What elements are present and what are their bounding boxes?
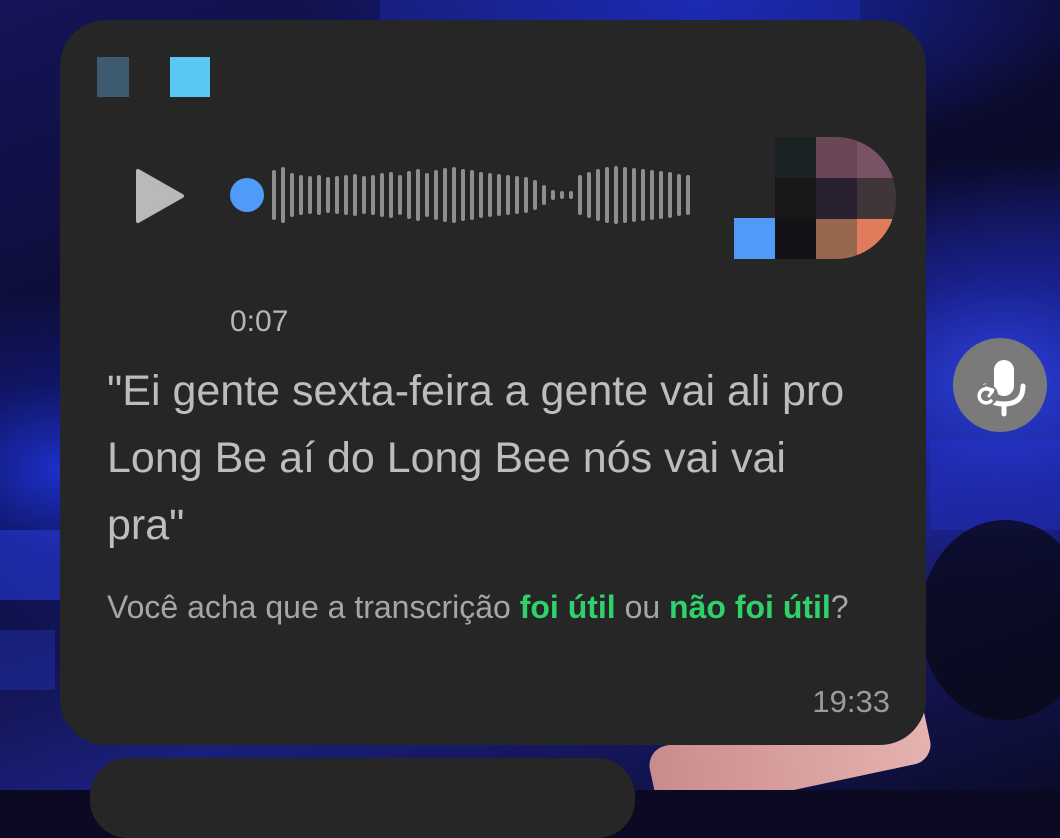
- waveform-bar: [524, 177, 528, 213]
- waveform-bar: [470, 170, 474, 220]
- waveform-bar: [344, 175, 348, 215]
- waveform-bar: [317, 175, 321, 215]
- waveform-bar: [578, 175, 582, 215]
- waveform-bar: [596, 169, 600, 221]
- not-useful-link[interactable]: não foi útil: [669, 589, 831, 625]
- waveform-bar: [551, 190, 555, 200]
- waveform-bar: [650, 170, 654, 220]
- waveform-bar: [569, 191, 573, 199]
- transcribe-microphone-icon: [976, 360, 1026, 417]
- waveform-bar: [641, 169, 645, 221]
- waveform-bar: [515, 176, 519, 214]
- waveform-bar: [434, 170, 438, 220]
- waveform-bar: [398, 175, 402, 215]
- waveform-bar: [659, 171, 663, 219]
- transcribe-button[interactable]: [953, 338, 1047, 432]
- waveform-bar: [290, 173, 294, 217]
- waveform-bar: [308, 176, 312, 214]
- feedback-or: ou: [615, 589, 670, 625]
- waveform-bar: [497, 174, 501, 216]
- playback-scrubber[interactable]: [230, 178, 264, 212]
- sender-name-redacted-2: [170, 57, 210, 97]
- waveform-bar: [353, 174, 357, 216]
- waveform-bar: [281, 167, 285, 223]
- feedback-prompt: Você acha que a transcrição: [107, 589, 520, 625]
- waveform-bar: [605, 167, 609, 223]
- waveform-bar: [587, 172, 591, 218]
- waveform-bar: [299, 175, 303, 215]
- waveform-bar: [686, 175, 690, 215]
- waveform-bar: [542, 185, 546, 205]
- waveform-bar: [389, 172, 393, 218]
- next-message-bubble: [90, 758, 635, 838]
- microphone-badge: [734, 218, 775, 259]
- audio-waveform[interactable]: [228, 160, 698, 230]
- transcription-text: "Ei gente sexta-feira a gente vai ali pr…: [107, 367, 845, 549]
- waveform-bar: [461, 169, 465, 221]
- waveform-bar: [380, 173, 384, 217]
- waveform-bar: [623, 167, 627, 223]
- waveform-bar: [335, 176, 339, 214]
- feedback-question-mark: ?: [830, 589, 849, 625]
- waveform-bar: [362, 176, 366, 214]
- waveform-bar: [443, 168, 447, 222]
- waveform-bar: [488, 173, 492, 217]
- message-time: 19:33: [812, 684, 890, 719]
- waveform-bar: [272, 170, 276, 220]
- waveform-bar: [632, 168, 636, 222]
- waveform-bar: [479, 172, 483, 218]
- audio-duration: 0:07: [230, 305, 289, 338]
- waveform-bar: [416, 169, 420, 221]
- waveform-bar: [506, 175, 510, 215]
- waveform-bar: [677, 174, 681, 216]
- waveform-bar: [668, 172, 672, 218]
- waveform-bar: [425, 173, 429, 217]
- waveform-bar: [407, 171, 411, 219]
- play-icon[interactable]: [133, 168, 185, 224]
- useful-link[interactable]: foi útil: [520, 589, 616, 625]
- sender-name-redacted: [97, 57, 129, 97]
- waveform-bar: [614, 166, 618, 224]
- waveform-bar: [371, 175, 375, 215]
- waveform-bar: [452, 167, 456, 223]
- waveform-bar: [326, 177, 330, 213]
- waveform-bar: [560, 191, 564, 199]
- transcription-feedback: Você acha que a transcrição foi útil ou …: [107, 583, 867, 631]
- waveform-bar: [533, 180, 537, 210]
